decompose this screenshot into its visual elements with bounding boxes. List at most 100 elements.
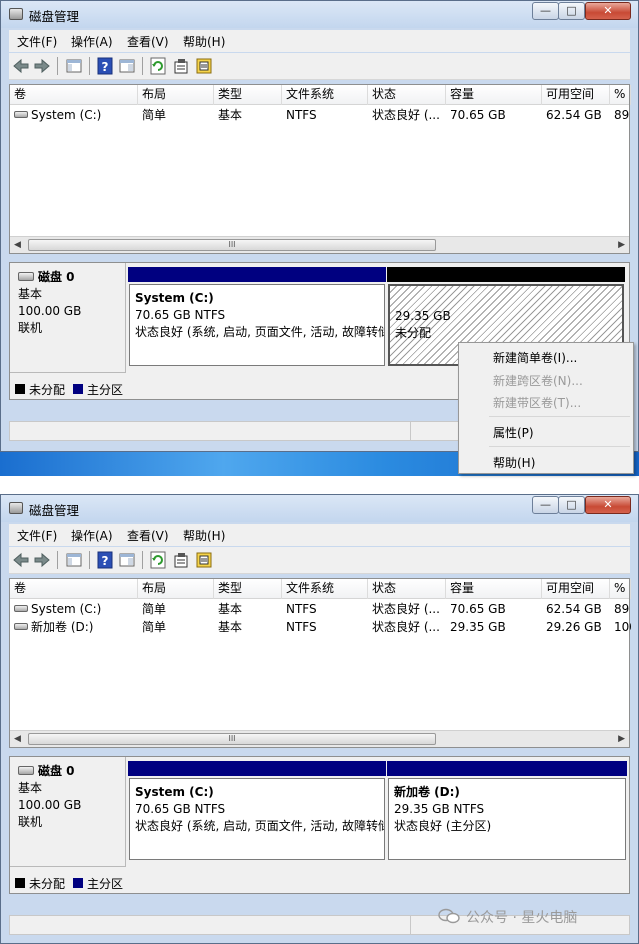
forward-arrow-icon[interactable] [33,551,51,569]
column-type[interactable]: 类型 [214,579,282,599]
minimize-button[interactable]: — [532,496,559,514]
close-button[interactable]: ✕ [585,2,631,20]
menu-bar: 文件(F) 操作(A) 查看(V) 帮助(H) [9,30,630,52]
help-icon[interactable]: ? [96,57,114,75]
legend: 未分配 主分区 [10,873,629,893]
partition-d-status: 状态良好 (主分区) [394,819,492,833]
scroll-thumb[interactable]: III [28,239,436,251]
volume-layout: 简单 [142,602,167,616]
back-arrow-icon[interactable] [12,551,30,569]
partition-c[interactable]: System (C:) 70.65 GB NTFS 状态良好 (系统, 启动, … [128,761,386,861]
title-bar[interactable]: 磁盘管理 — □ ✕ [1,1,638,28]
refresh-icon[interactable] [149,551,167,569]
column-status[interactable]: 状态 [368,85,446,105]
disk-info[interactable]: 磁盘 0 基本 100.00 GB 联机 [10,757,126,867]
partition-d-bar [387,761,627,776]
partition-c-size: 70.65 GB NTFS [135,802,226,816]
column-type[interactable]: 类型 [214,85,282,105]
back-arrow-icon[interactable] [12,57,30,75]
volume-percent-free: 89 [614,602,630,616]
column-free-space[interactable]: 可用空间 [542,85,610,105]
scroll-right-icon[interactable]: ▶ [618,734,625,744]
column-percent-free[interactable]: % [610,85,631,105]
menu-help[interactable]: 帮助(H) [183,527,225,544]
column-free-space[interactable]: 可用空间 [542,579,610,599]
properties-icon[interactable] [172,57,190,75]
maximize-button[interactable]: □ [558,2,585,20]
menu-action[interactable]: 操作(A) [71,527,113,544]
help-icon[interactable]: ? [96,551,114,569]
maximize-button[interactable]: □ [558,496,585,514]
legend-primary-swatch [73,384,83,394]
volume-free-space: 62.54 GB [546,602,602,616]
action-pane-icon[interactable] [118,57,136,75]
drive-icon [14,623,28,630]
window-title: 磁盘管理 [29,9,80,24]
volume-layout: 简单 [142,108,167,122]
menu-file[interactable]: 文件(F) [17,527,57,544]
disk-graphical-view: 磁盘 0 基本 100.00 GB 联机 System (C:) 70.65 G… [9,756,630,894]
column-status[interactable]: 状态 [368,579,446,599]
menu-view[interactable]: 查看(V) [127,527,169,544]
disk-management-window-after: 磁盘管理 — □ ✕ 文件(F) 操作(A) 查看(V) 帮助(H) ? 卷 布… [0,494,639,944]
scroll-left-icon[interactable]: ◀ [14,240,21,250]
scroll-right-icon[interactable]: ▶ [618,240,625,250]
partition-d-size: 29.35 GB NTFS [394,802,485,816]
context-menu: 新建简单卷(I)... 新建跨区卷(N)... 新建带区卷(T)... 属性(P… [458,342,634,474]
menu-file[interactable]: 文件(F) [17,33,57,50]
forward-arrow-icon[interactable] [33,57,51,75]
drive-icon [14,605,28,612]
close-button[interactable]: ✕ [585,496,631,514]
scroll-thumb[interactable]: III [28,733,436,745]
menu-view[interactable]: 查看(V) [127,33,169,50]
menu-new-simple-volume[interactable]: 新建简单卷(I)... [493,349,577,366]
column-filesystem[interactable]: 文件系统 [282,579,368,599]
menu-help-item[interactable]: 帮助(H) [493,454,535,471]
action-pane-icon[interactable] [118,551,136,569]
disk-state: 联机 [18,321,43,335]
volume-name: System (C:) [31,602,102,616]
scroll-left-icon[interactable]: ◀ [14,734,21,744]
column-volume[interactable]: 卷 [10,579,138,599]
partition-d[interactable]: 新加卷 (D:) 29.35 GB NTFS 状态良好 (主分区) [387,761,627,861]
hard-disk-icon [18,766,34,775]
table-row[interactable]: System (C:) 简单 基本 NTFS 状态良好 (... 70.65 G… [10,106,629,124]
volume-layout: 简单 [142,620,167,634]
volume-type: 基本 [218,108,243,122]
title-bar[interactable]: 磁盘管理 — □ ✕ [1,495,638,522]
column-layout[interactable]: 布局 [138,579,214,599]
volume-type: 基本 [218,602,243,616]
menu-action[interactable]: 操作(A) [71,33,113,50]
column-capacity[interactable]: 容量 [446,85,542,105]
refresh-icon[interactable] [149,57,167,75]
volume-list[interactable]: 卷 布局 类型 文件系统 状态 容量 可用空间 % System (C:) 简单… [9,578,631,748]
volume-list[interactable]: 卷 布局 类型 文件系统 状态 容量 可用空间 % System (C:) 简单… [9,84,631,254]
disk-settings-icon[interactable] [195,57,213,75]
horizontal-scrollbar[interactable]: ◀ III ▶ [10,236,629,253]
menu-properties[interactable]: 属性(P) [493,424,534,441]
volume-percent-free: 100 [614,620,631,634]
column-layout[interactable]: 布局 [138,85,214,105]
properties-icon[interactable] [172,551,190,569]
column-volume[interactable]: 卷 [10,85,138,105]
menu-new-spanned-volume: 新建跨区卷(N)... [493,374,583,388]
disk-info[interactable]: 磁盘 0 基本 100.00 GB 联机 [10,263,126,373]
column-filesystem[interactable]: 文件系统 [282,85,368,105]
column-capacity[interactable]: 容量 [446,579,542,599]
volume-capacity: 70.65 GB [450,108,506,122]
partition-d-name: 新加卷 (D:) [394,785,460,799]
minimize-button[interactable]: — [532,2,559,20]
table-row[interactable]: 新加卷 (D:) 简单 基本 NTFS 状态良好 (... 29.35 GB 2… [10,618,631,636]
partition-c[interactable]: System (C:) 70.65 GB NTFS 状态良好 (系统, 启动, … [128,267,386,367]
volume-status: 状态良好 (... [372,602,440,616]
column-percent-free[interactable]: % [610,579,631,599]
volume-type: 基本 [218,620,243,634]
table-row[interactable]: System (C:) 简单 基本 NTFS 状态良好 (... 70.65 G… [10,600,629,618]
horizontal-scrollbar[interactable]: ◀ III ▶ [10,730,629,747]
disk-settings-icon[interactable] [195,551,213,569]
console-tree-icon[interactable] [65,57,83,75]
toolbar: ? [9,547,630,574]
legend-unallocated-label: 未分配 [29,383,66,397]
menu-help[interactable]: 帮助(H) [183,33,225,50]
console-tree-icon[interactable] [65,551,83,569]
